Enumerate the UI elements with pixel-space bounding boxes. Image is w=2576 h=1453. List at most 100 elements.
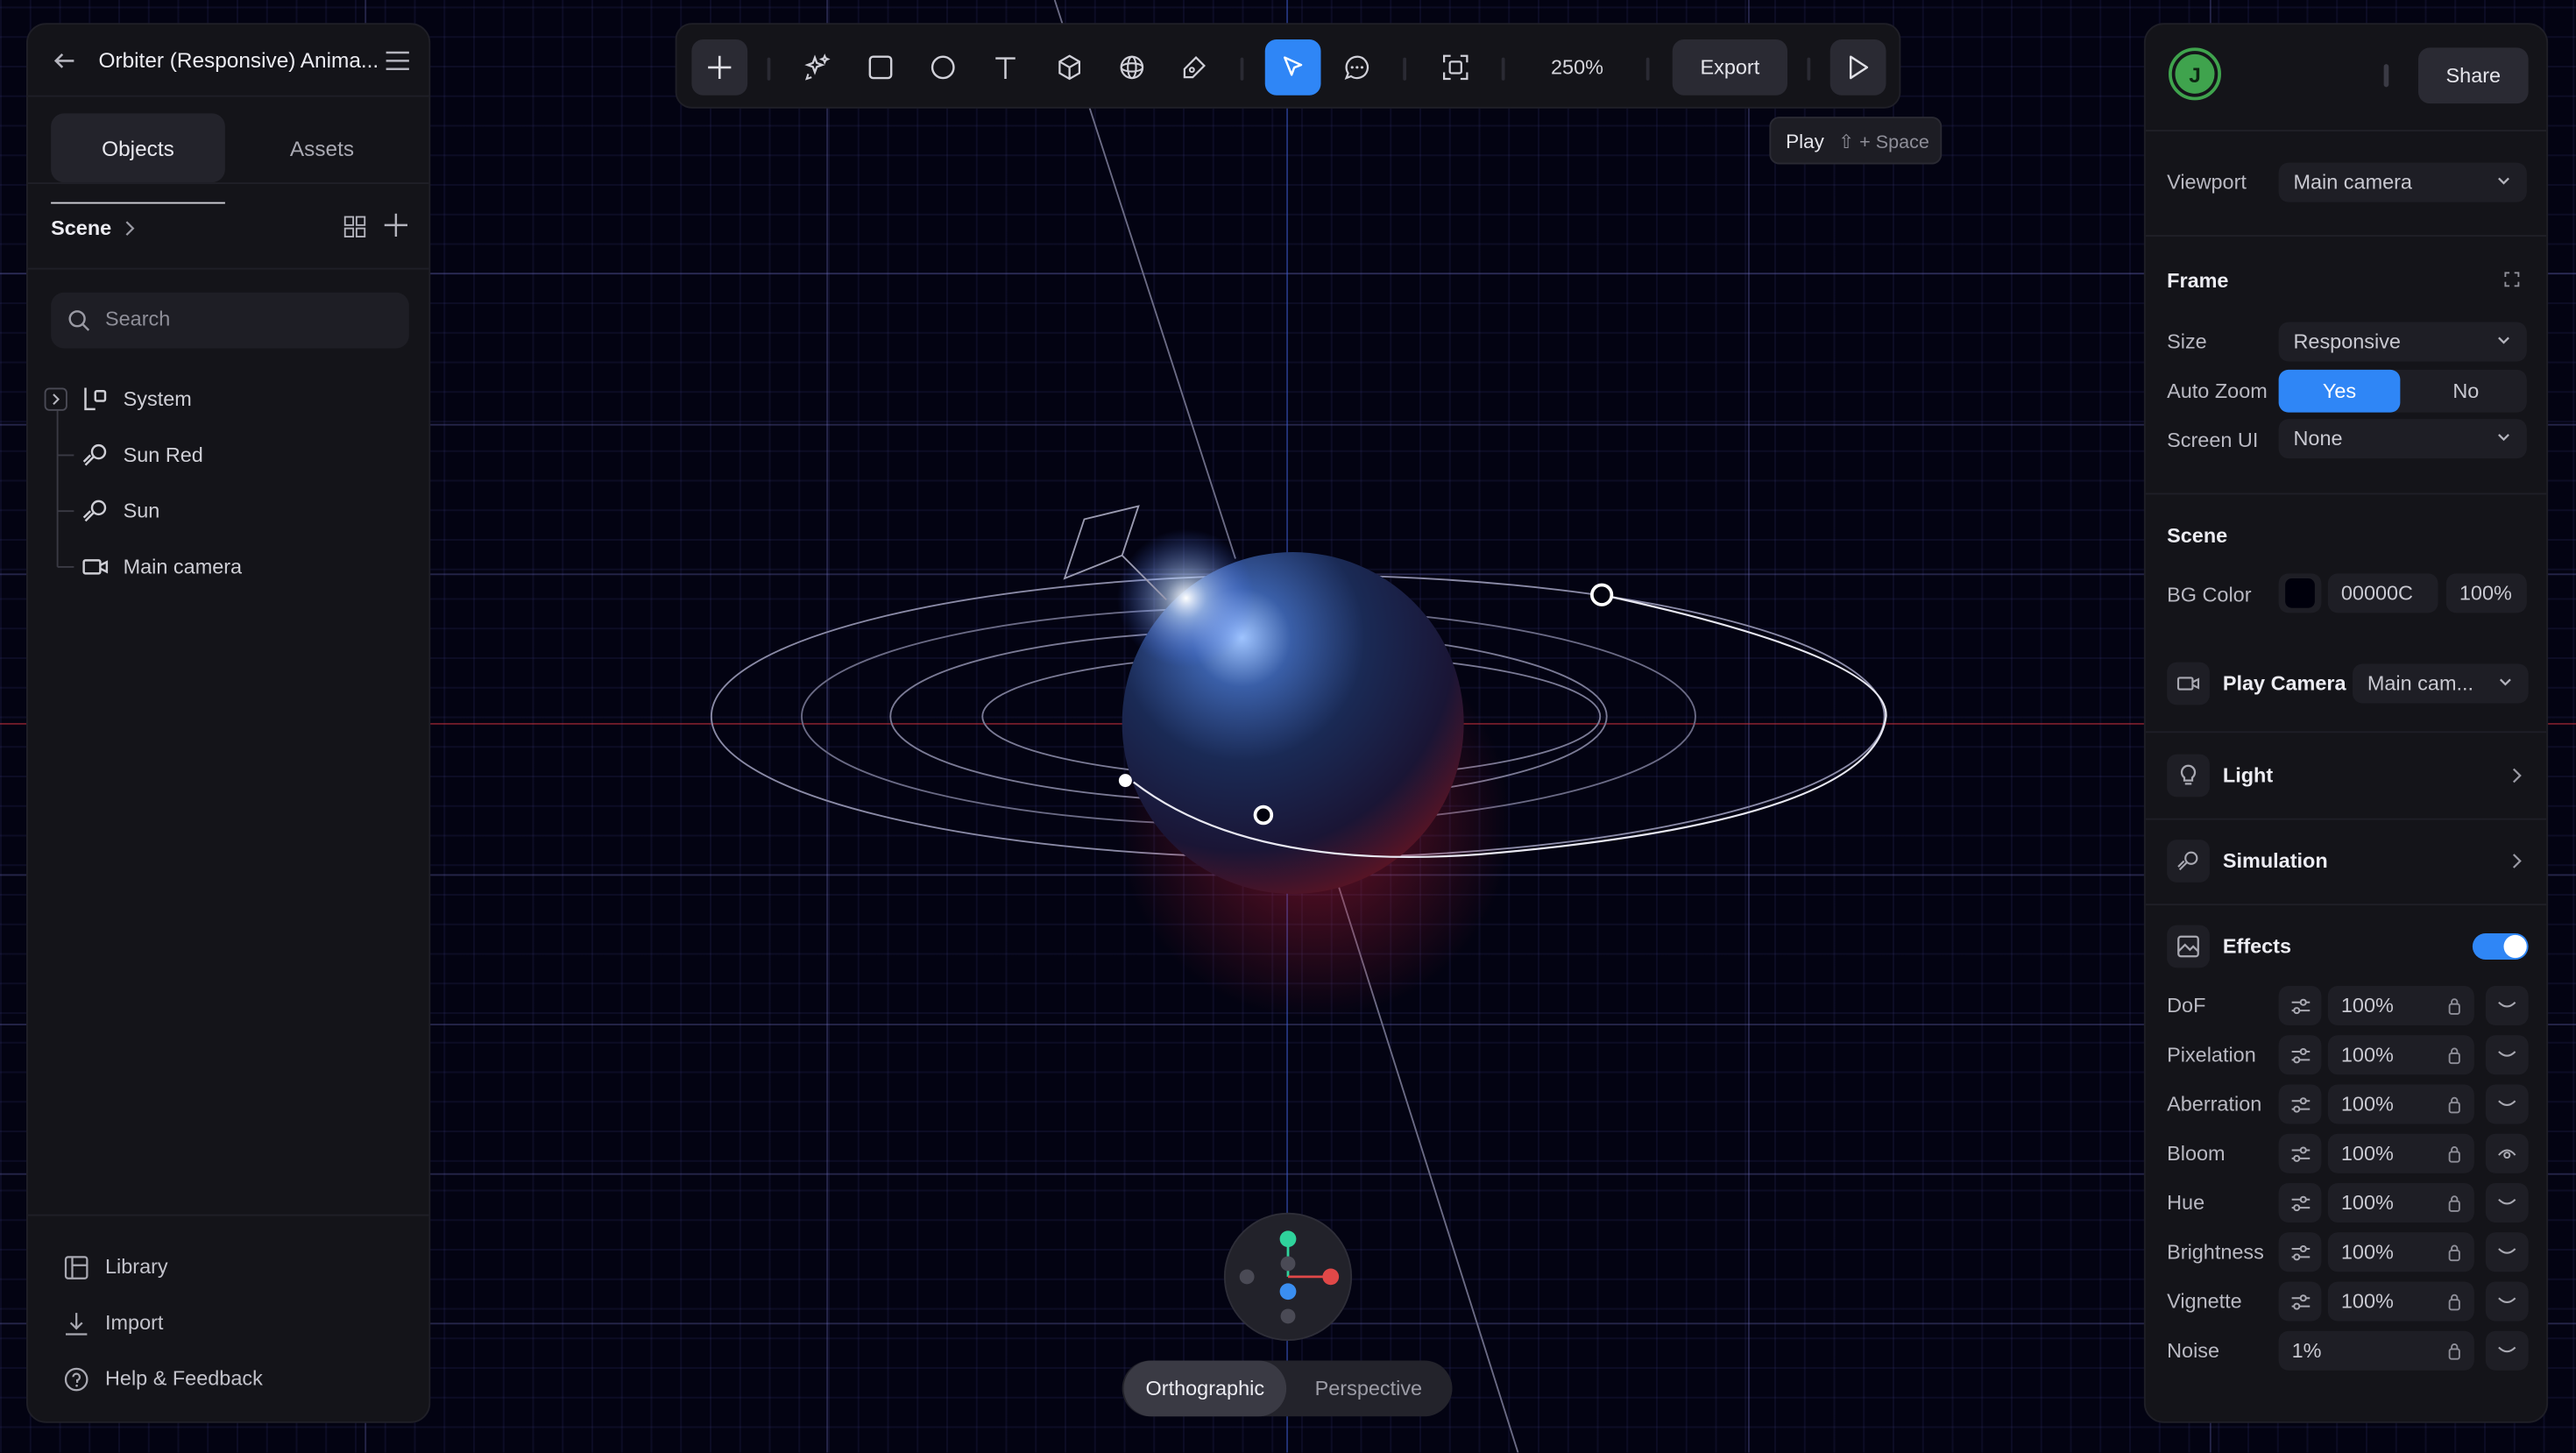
library-link[interactable]: Library: [64, 1247, 168, 1286]
lock-icon[interactable]: [2448, 997, 2461, 1016]
back-arrow-icon[interactable]: [51, 47, 77, 74]
ellipse-tool[interactable]: [915, 39, 971, 96]
effects-label: Effects: [2222, 934, 2292, 959]
project-title[interactable]: Orbiter (Responsive) Anima...: [99, 47, 379, 72]
effect-value-input[interactable]: 100%: [2327, 1183, 2474, 1223]
expand-frame-icon[interactable]: [2504, 271, 2521, 287]
expand-chevron-icon[interactable]: [44, 387, 67, 411]
sphere-tool[interactable]: [1104, 39, 1160, 96]
eye-closed-icon[interactable]: [2485, 1183, 2529, 1223]
bulb-icon: [2167, 754, 2210, 797]
comment-tool[interactable]: [1329, 39, 1385, 96]
autozoom-yes[interactable]: Yes: [2278, 369, 2401, 413]
sliders-icon[interactable]: [2278, 1281, 2322, 1322]
tree-item-sun-red[interactable]: Sun Red: [28, 432, 406, 478]
grid-view-icon[interactable]: [343, 216, 366, 238]
tree-item-main-camera[interactable]: Main camera: [28, 544, 406, 591]
bgcolor-swatch[interactable]: [2278, 573, 2322, 613]
select-tool[interactable]: [1264, 39, 1321, 96]
chevron-right-icon: [2509, 768, 2525, 784]
screenui-select[interactable]: None: [2278, 419, 2527, 459]
play-camera-select[interactable]: Main cam...: [2353, 663, 2529, 704]
ai-tool-button[interactable]: [790, 39, 846, 96]
eye-closed-icon[interactable]: [2485, 1084, 2529, 1124]
bgcolor-opacity-input[interactable]: 100%: [2445, 573, 2527, 613]
projection-toggle[interactable]: Orthographic Perspective: [1122, 1360, 1453, 1417]
eye-closed-icon[interactable]: [2485, 986, 2529, 1025]
menu-icon[interactable]: [385, 47, 411, 74]
rectangle-tool[interactable]: [853, 39, 909, 96]
add-icon[interactable]: [383, 212, 409, 238]
effect-value: 1%: [2291, 1339, 2322, 1363]
effect-value-input[interactable]: 100%: [2327, 986, 2474, 1025]
add-button[interactable]: [691, 39, 748, 96]
eye-closed-icon[interactable]: [2485, 1281, 2529, 1322]
eye-closed-icon[interactable]: [2485, 1232, 2529, 1272]
effect-row-aberration: Aberration 100%: [2146, 1083, 2547, 1126]
effect-label: DoF: [2167, 994, 2206, 1017]
orthographic-option[interactable]: Orthographic: [1123, 1360, 1287, 1417]
size-select[interactable]: Responsive: [2278, 322, 2527, 362]
lock-icon[interactable]: [2448, 1046, 2461, 1065]
pen-icon: [1181, 54, 1207, 81]
search-placeholder: Search: [105, 307, 171, 330]
viewport-value: Main camera: [2293, 171, 2412, 195]
lock-icon[interactable]: [2448, 1194, 2461, 1213]
search-input[interactable]: Search: [51, 292, 409, 349]
breadcrumb[interactable]: Scene: [51, 214, 138, 244]
tree-item-system[interactable]: System: [28, 376, 406, 422]
sliders-icon[interactable]: [2278, 1183, 2322, 1223]
light-section[interactable]: Light: [2167, 754, 2529, 797]
simulation-section[interactable]: Simulation: [2167, 840, 2529, 882]
effect-value-input[interactable]: 100%: [2327, 1084, 2474, 1124]
canvas[interactable]: Orthographic Perspective Orbiter (Respon…: [0, 0, 2576, 1453]
autozoom-toggle[interactable]: Yes No: [2278, 369, 2527, 413]
effect-value-input[interactable]: 100%: [2327, 1281, 2474, 1322]
effect-value-input[interactable]: 100%: [2327, 1035, 2474, 1075]
eye-closed-icon[interactable]: [2485, 1330, 2529, 1371]
tab-objects[interactable]: Objects: [51, 113, 225, 183]
help-link[interactable]: Help & Feedback: [64, 1359, 263, 1399]
effect-row-noise: Noise 1%: [2146, 1329, 2547, 1372]
bgcolor-hex-input[interactable]: 00000C: [2327, 573, 2438, 613]
frame-tool[interactable]: [1427, 39, 1483, 96]
axis-gizmo[interactable]: [1223, 1212, 1353, 1341]
lock-icon[interactable]: [2448, 1343, 2461, 1361]
chevron-down-icon: [2497, 674, 2514, 691]
avatar[interactable]: J: [2169, 47, 2221, 101]
sliders-icon[interactable]: [2278, 1035, 2322, 1075]
sliders-icon[interactable]: [2278, 986, 2322, 1025]
autozoom-no[interactable]: No: [2405, 370, 2527, 413]
effect-value-input[interactable]: 100%: [2327, 1232, 2474, 1272]
lock-icon[interactable]: [2448, 1096, 2461, 1115]
effects-toggle[interactable]: [2472, 933, 2529, 960]
sliders-icon[interactable]: [2278, 1232, 2322, 1272]
effect-value-input[interactable]: 100%: [2327, 1133, 2474, 1173]
share-button[interactable]: Share: [2418, 47, 2529, 104]
y-axis-handle: [1279, 1230, 1297, 1248]
effect-value: 100%: [2340, 1191, 2394, 1215]
lock-icon[interactable]: [2448, 1244, 2461, 1262]
zoom-level[interactable]: 250%: [1532, 39, 1624, 96]
lock-icon[interactable]: [2448, 1294, 2461, 1312]
cube-tool[interactable]: [1042, 39, 1098, 96]
import-link[interactable]: Import: [64, 1303, 163, 1343]
left-panel: Orbiter (Responsive) Anima... Objects As…: [26, 23, 431, 1423]
eye-closed-icon[interactable]: [2485, 1035, 2529, 1075]
effect-value: 100%: [2340, 1240, 2394, 1264]
import-label: Import: [105, 1311, 164, 1335]
sliders-icon[interactable]: [2278, 1133, 2322, 1173]
play-button[interactable]: [1829, 39, 1886, 96]
tab-assets[interactable]: Assets: [235, 113, 409, 182]
eye-open-icon[interactable]: [2485, 1133, 2529, 1173]
tree-item-sun[interactable]: Sun: [28, 488, 406, 535]
text-tool[interactable]: [978, 39, 1034, 96]
camera-icon: [82, 554, 109, 580]
pen-tool[interactable]: [1166, 39, 1222, 96]
viewport-select[interactable]: Main camera: [2278, 162, 2527, 202]
lock-icon[interactable]: [2448, 1145, 2461, 1164]
perspective-option[interactable]: Perspective: [1286, 1361, 1451, 1417]
export-button[interactable]: Export: [1672, 39, 1787, 96]
effect-value-input[interactable]: 1%: [2278, 1330, 2474, 1371]
sliders-icon[interactable]: [2278, 1084, 2322, 1124]
